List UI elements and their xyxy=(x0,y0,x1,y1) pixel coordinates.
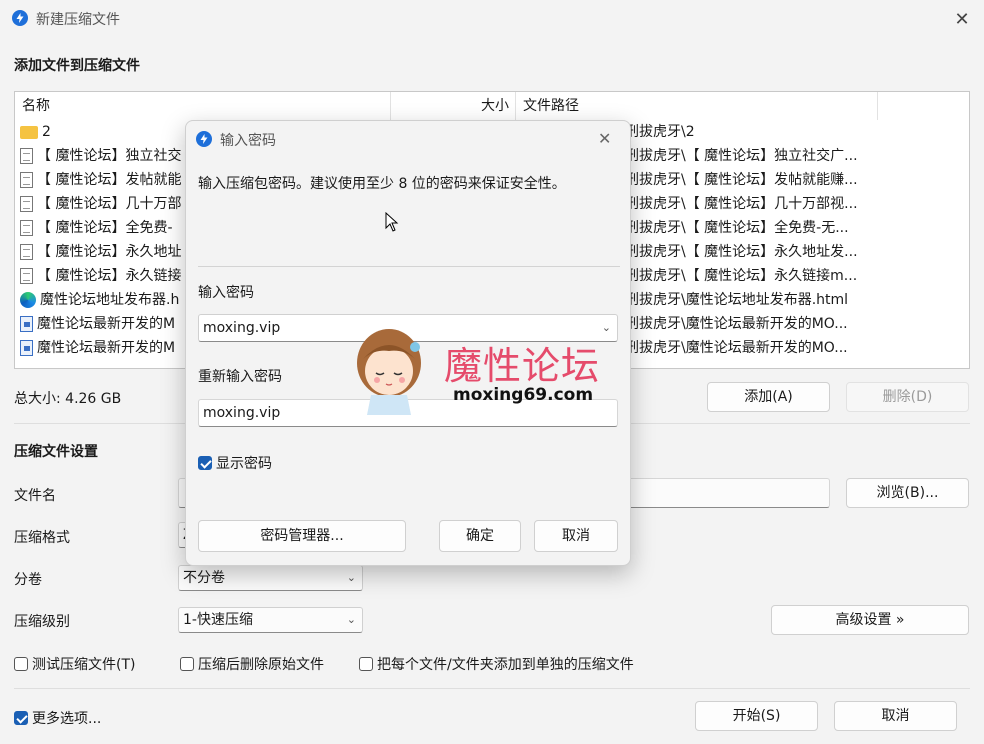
app-logo-icon xyxy=(196,131,212,147)
close-icon[interactable]: ✕ xyxy=(950,7,974,31)
file-icon xyxy=(20,172,33,188)
checkbox-box[interactable] xyxy=(14,711,28,725)
checkbox-label: 压缩后删除原始文件 xyxy=(198,657,324,673)
window-title: 新建压缩文件 xyxy=(36,12,120,28)
test-archive-checkbox[interactable]: 测试压缩文件(T) xyxy=(14,654,135,674)
checkbox-label: 更多选项... xyxy=(32,711,102,727)
password-input-value: moxing.vip xyxy=(203,320,281,336)
app-logo-icon xyxy=(12,10,28,26)
checkbox-box[interactable] xyxy=(180,657,194,671)
browse-button[interactable]: 浏览(B)... xyxy=(846,478,969,508)
list-item-path: 刑拔虎牙\【 魔性论坛】全免费-无... xyxy=(625,220,849,236)
file-icon xyxy=(20,268,33,284)
list-item-name: 魔性论坛最新开发的M xyxy=(37,316,176,332)
level-select-value: 1-快速压缩 xyxy=(183,612,253,628)
split-select[interactable]: 不分卷 ⌄ xyxy=(178,565,363,591)
format-label: 压缩格式 xyxy=(14,530,70,546)
list-item-name: 【 魔性论坛】发帖就能 xyxy=(37,172,182,188)
advanced-settings-button[interactable]: 高级设置 » xyxy=(771,605,969,635)
checkbox-label: 显示密码 xyxy=(216,456,272,472)
file-list-header: 名称 大小 文件路径 xyxy=(15,92,969,120)
filename-label: 文件名 xyxy=(14,488,56,504)
settings-section-title: 压缩文件设置 xyxy=(14,444,98,460)
document-icon xyxy=(20,340,33,356)
start-button[interactable]: 开始(S) xyxy=(695,701,818,731)
watermark-brand: 魔性论坛 xyxy=(444,344,601,388)
more-options-checkbox[interactable]: 更多选项... xyxy=(14,708,101,728)
list-item-name: 【 魔性论坛】永久链接 xyxy=(37,268,182,284)
split-select-value: 不分卷 xyxy=(183,570,225,586)
file-icon xyxy=(20,220,33,236)
password-manager-button[interactable]: 密码管理器... xyxy=(198,520,406,552)
list-item-path: 刑拔虎牙\【 魔性论坛】永久地址发... xyxy=(625,244,858,260)
list-item-name: 2 xyxy=(42,124,51,140)
delete-after-checkbox[interactable]: 压缩后删除原始文件 xyxy=(180,654,324,674)
total-size: 总大小: 4.26 GB xyxy=(14,391,122,407)
password-dialog: 输入密码 ✕ 输入压缩包密码。建议使用至少 8 位的密码来保证安全性。 输入密码… xyxy=(185,120,631,566)
list-item-name: 【 魔性论坛】独立社交 xyxy=(37,148,182,164)
folder-icon xyxy=(20,125,38,139)
dialog-message: 输入压缩包密码。建议使用至少 8 位的密码来保证安全性。 xyxy=(198,176,566,192)
document-icon xyxy=(20,316,33,332)
column-header-size[interactable]: 大小 xyxy=(391,92,516,120)
divider xyxy=(14,688,970,689)
list-item-path: 刑拔虎牙\魔性论坛最新开发的MO... xyxy=(625,316,848,332)
checkbox-box[interactable] xyxy=(14,657,28,671)
file-icon xyxy=(20,196,33,212)
split-label: 分卷 xyxy=(14,572,42,588)
level-select[interactable]: 1-快速压缩 ⌄ xyxy=(178,607,363,633)
add-button[interactable]: 添加(A) xyxy=(707,382,830,412)
delete-button[interactable]: 删除(D) xyxy=(846,382,969,412)
checkbox-label: 测试压缩文件(T) xyxy=(32,657,136,673)
file-icon xyxy=(20,148,33,164)
watermark-url: moxing69.com xyxy=(453,385,594,405)
list-item-path: 刑拔虎牙\魔性论坛最新开发的MO... xyxy=(625,340,848,356)
edge-browser-icon xyxy=(20,292,36,308)
add-section-title: 添加文件到压缩文件 xyxy=(14,58,140,74)
dialog-title: 输入密码 xyxy=(220,133,276,149)
list-item-path: 刑拔虎牙\2 xyxy=(625,124,695,140)
checkbox-box[interactable] xyxy=(359,657,373,671)
watermark-logo: 魔性论坛 moxing69.com xyxy=(349,321,629,421)
title-bar: 新建压缩文件 ✕ xyxy=(0,0,984,38)
column-header-path[interactable]: 文件路径 xyxy=(516,92,878,120)
list-item-name: 【 魔性论坛】几十万部 xyxy=(37,196,182,212)
column-header-name[interactable]: 名称 xyxy=(15,92,391,120)
dialog-cancel-button[interactable]: 取消 xyxy=(534,520,618,552)
list-item-name: 魔性论坛最新开发的M xyxy=(37,340,176,356)
confirm-password-label: 重新输入密码 xyxy=(198,369,282,385)
checkbox-box[interactable] xyxy=(198,456,212,470)
mascot-icon xyxy=(357,329,421,415)
list-item-name: 【 魔性论坛】永久地址 xyxy=(37,244,182,260)
password-label: 输入密码 xyxy=(198,285,254,301)
list-item-name: 【 魔性论坛】全免费- xyxy=(37,220,173,236)
mouse-cursor-icon xyxy=(385,212,399,232)
file-icon xyxy=(20,244,33,260)
cancel-button[interactable]: 取消 xyxy=(834,701,957,731)
chevron-down-icon: ⌄ xyxy=(346,571,356,584)
show-password-checkbox[interactable]: 显示密码 xyxy=(198,453,272,473)
list-item-path: 刑拔虎牙\【 魔性论坛】永久链接m... xyxy=(625,268,858,284)
list-item-name: 魔性论坛地址发布器.h xyxy=(40,292,180,308)
list-item-path: 刑拔虎牙\【 魔性论坛】发帖就能赚... xyxy=(625,172,858,188)
list-item-path: 刑拔虎牙\魔性论坛地址发布器.html xyxy=(625,292,849,308)
list-item-path: 刑拔虎牙\【 魔性论坛】几十万部视... xyxy=(625,196,858,212)
checkbox-label: 把每个文件/文件夹添加到单独的压缩文件 xyxy=(377,657,634,673)
ok-button[interactable]: 确定 xyxy=(439,520,521,552)
list-item-path: 刑拔虎牙\【 魔性论坛】独立社交广... xyxy=(625,148,858,164)
level-label: 压缩级别 xyxy=(14,614,70,630)
close-icon[interactable]: ✕ xyxy=(598,129,611,148)
chevron-down-icon: ⌄ xyxy=(346,613,356,626)
separate-archives-checkbox[interactable]: 把每个文件/文件夹添加到单独的压缩文件 xyxy=(359,654,634,674)
divider xyxy=(198,266,620,267)
